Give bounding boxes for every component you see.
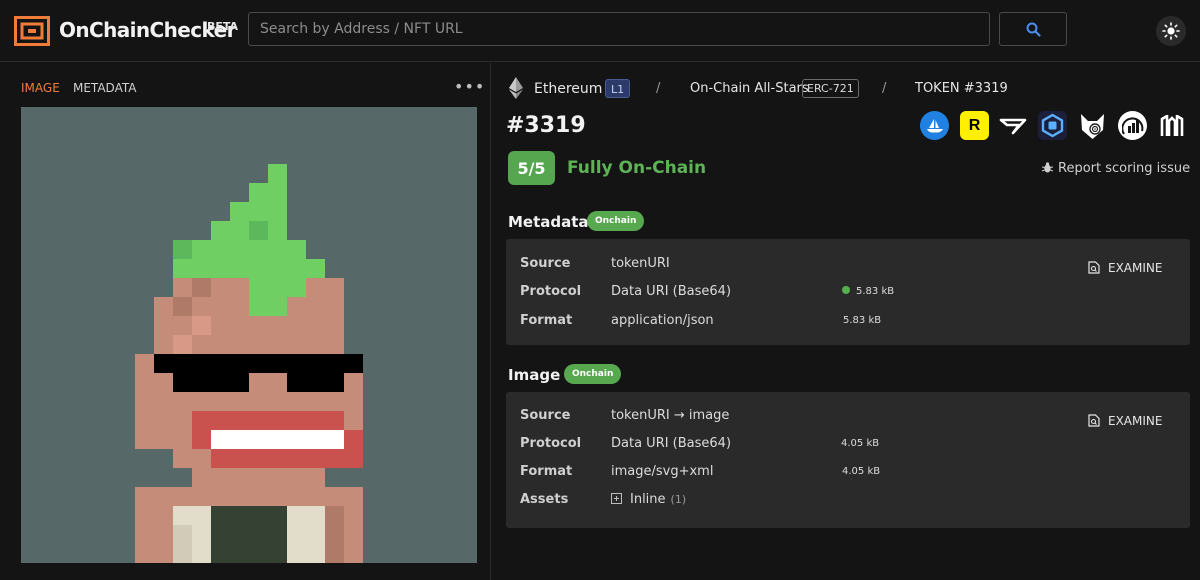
- ellipsis-icon[interactable]: •••: [454, 77, 485, 96]
- preview-panel: IMAGE METADATA •••: [0, 63, 491, 580]
- image-protocol-key: Protocol: [520, 436, 582, 451]
- metadata-onchain-badge: Onchain: [587, 211, 645, 231]
- sun-icon: [1162, 22, 1180, 40]
- image-card: Source tokenURI → image Protocol Data UR…: [506, 392, 1190, 528]
- image-protocol-size: 4.05 kB: [841, 438, 880, 449]
- breadcrumb-separator: /: [882, 81, 887, 96]
- x2y2-icon[interactable]: [999, 111, 1028, 140]
- bug-icon: [1042, 162, 1053, 173]
- ethereum-icon: [509, 77, 523, 99]
- status-dot-icon: [842, 286, 850, 294]
- file-search-icon: [1088, 414, 1100, 427]
- image-format-size: 4.05 kB: [842, 466, 881, 477]
- search-button[interactable]: [999, 12, 1067, 46]
- magic-eden-icon[interactable]: [1157, 111, 1186, 140]
- image-onchain-badge: Onchain: [564, 364, 622, 384]
- score-label: Fully On-Chain: [567, 158, 707, 178]
- breadcrumb-chain[interactable]: Ethereum: [534, 81, 602, 97]
- metadata-protocol-key: Protocol: [520, 284, 582, 299]
- metadata-examine-button[interactable]: EXAMINE: [1088, 261, 1162, 275]
- report-scoring-issue-label: Report scoring issue: [1058, 161, 1191, 176]
- search-icon: [1026, 22, 1041, 37]
- rarible-icon[interactable]: R: [960, 111, 989, 140]
- image-source-value: tokenURI → image: [611, 408, 730, 423]
- report-scoring-issue-link[interactable]: Report scoring issue: [1042, 161, 1190, 176]
- breadcrumb-collection[interactable]: On-Chain All-Stars: [690, 81, 809, 96]
- image-source-key: Source: [520, 408, 571, 423]
- etherscan-icon[interactable]: [1118, 111, 1147, 140]
- image-section-title: Image: [508, 366, 561, 384]
- image-examine-button[interactable]: EXAMINE: [1088, 414, 1162, 428]
- image-format-key: Format: [520, 464, 573, 479]
- onchainchecker-logo-icon[interactable]: [14, 16, 50, 46]
- metadata-source-value: tokenURI: [611, 256, 670, 271]
- metadata-format-key: Format: [520, 313, 573, 328]
- details-panel: Ethereum L1 / On-Chain All-Stars ERC-721…: [492, 63, 1200, 580]
- top-bar: OnChainChecker BETA: [0, 0, 1200, 62]
- nft-artwork-image: [21, 107, 477, 563]
- metadata-card: Source tokenURI Protocol Data URI (Base6…: [506, 239, 1190, 345]
- image-assets-value[interactable]: Inline (1): [611, 492, 686, 507]
- metadata-protocol-size: 5.83 kB: [842, 286, 894, 297]
- score-badge: 5/5: [508, 151, 555, 185]
- image-assets-key: Assets: [520, 492, 569, 507]
- theme-toggle-button[interactable]: [1156, 16, 1186, 46]
- file-search-icon: [1088, 261, 1100, 274]
- metadata-protocol-value: Data URI (Base64): [611, 284, 732, 299]
- metadata-format-value: application/json: [611, 313, 714, 328]
- metadata-format-size: 5.83 kB: [843, 315, 882, 326]
- breadcrumb-separator: /: [656, 81, 661, 96]
- search-input[interactable]: [248, 12, 990, 46]
- token-standard-badge: ERC-721: [802, 79, 859, 98]
- image-format-value: image/svg+xml: [611, 464, 714, 479]
- tab-metadata[interactable]: METADATA: [73, 81, 136, 95]
- looksrare-icon[interactable]: [1038, 111, 1067, 140]
- blur-icon[interactable]: [1078, 111, 1107, 140]
- image-protocol-value: Data URI (Base64): [611, 436, 732, 451]
- beta-label: BETA: [207, 20, 239, 33]
- expand-plus-icon[interactable]: [611, 493, 622, 504]
- opensea-icon[interactable]: [920, 111, 949, 140]
- metadata-source-key: Source: [520, 256, 571, 271]
- breadcrumb-token: TOKEN #3319: [915, 81, 1008, 96]
- token-title: #3319: [506, 113, 586, 138]
- metadata-section-title: Metadata: [508, 213, 589, 231]
- tab-image[interactable]: IMAGE: [21, 81, 60, 95]
- assets-count: (1): [670, 493, 687, 506]
- chain-layer-badge: L1: [605, 79, 631, 98]
